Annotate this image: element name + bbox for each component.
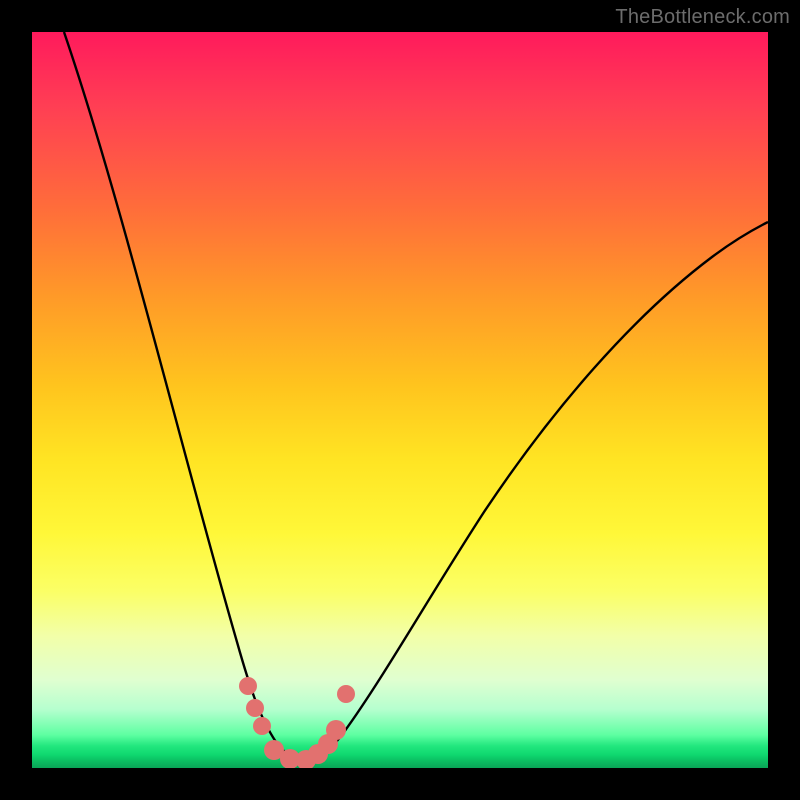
marker-dot (246, 699, 264, 717)
plot-area (32, 32, 768, 768)
valley-marker-group (239, 677, 355, 768)
chart-frame: TheBottleneck.com (0, 0, 800, 800)
marker-dot (326, 720, 346, 740)
curve-left-branch (64, 32, 302, 762)
watermark-text: TheBottleneck.com (615, 6, 790, 29)
marker-dot (337, 685, 355, 703)
bottleneck-curve-svg (32, 32, 768, 768)
curve-right-branch (302, 222, 768, 762)
marker-dot (253, 717, 271, 735)
marker-dot (239, 677, 257, 695)
